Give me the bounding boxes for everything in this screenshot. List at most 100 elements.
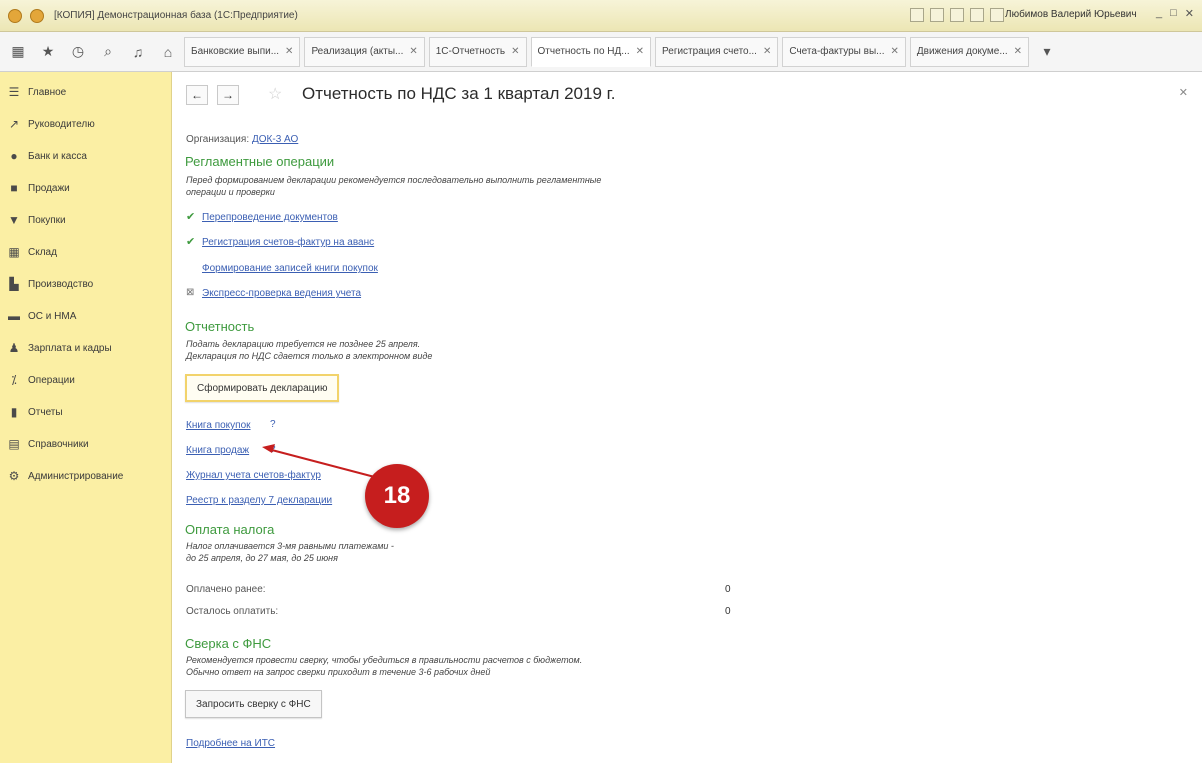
repost-documents-link[interactable]: Перепроведение документов (202, 212, 338, 223)
sidebar-item-sales[interactable]: ■ Продажи (0, 172, 171, 204)
sidebar-item-production[interactable]: ▙ Производство (0, 268, 171, 300)
person-icon: ♟ (8, 341, 20, 355)
warehouse-icon: ▦ (8, 245, 20, 259)
check-icon: ✔ (186, 211, 196, 223)
sidebar-item-label: Зарплата и кадры (28, 342, 112, 354)
sidebar-item-label: Банк и касса (28, 150, 87, 162)
remaining-value: 0 (725, 606, 731, 617)
chart-icon: ▮ (10, 405, 18, 419)
tab-label: Движения докуме... (916, 46, 1008, 57)
maximize-icon[interactable]: □ (1170, 7, 1177, 20)
advance-invoices-link[interactable]: Регистрация счетов-фактур на аванс (202, 237, 374, 248)
sidebar-item-payroll[interactable]: ♟ Зарплата и кадры (0, 332, 171, 364)
sidebar-item-fixed-assets[interactable]: ▬ ОС и НМА (0, 300, 171, 332)
reporting-note-line1: Подать декларацию требуется не позднее 2… (186, 339, 421, 349)
reg-ops-note-line1: Перед формированием декларации рекоменду… (186, 175, 602, 185)
close-icon[interactable]: ✕ (1185, 7, 1194, 20)
toolbar-icon[interactable] (930, 8, 944, 22)
fns-note: Рекомендуется провести сверку, чтобы убе… (186, 654, 746, 678)
sidebar-item-catalogs[interactable]: ▤ Справочники (0, 428, 171, 460)
section7-register-link[interactable]: Реестр к разделу 7 декларации (186, 495, 332, 506)
tab-label: Реализация (акты... (311, 46, 404, 57)
forward-button[interactable]: → (217, 85, 239, 105)
window-titlebar: [КОПИЯ] Демонстрационная база (1С:Предпр… (0, 0, 1202, 32)
app-menu-icon[interactable] (8, 8, 22, 23)
express-check-link[interactable]: Экспресс-проверка ведения учета (202, 288, 361, 299)
sidebar-item-manager[interactable]: ↗ Руководителю (0, 108, 171, 140)
sidebar-item-label: Продажи (28, 182, 70, 194)
help-icon[interactable]: ? (270, 419, 276, 430)
tab-sales[interactable]: Реализация (акты... ✕ (304, 36, 425, 67)
tab-close-icon[interactable]: ✕ (285, 46, 293, 57)
favorite-star-icon[interactable]: ☆ (268, 84, 282, 104)
tabs-dropdown-icon[interactable]: ▾ (1035, 40, 1059, 64)
sidebar-item-label: Справочники (28, 438, 89, 450)
toolbar-icon[interactable] (990, 8, 1004, 22)
tab-label: 1С-Отчетность (435, 46, 506, 57)
tab-invoices-issued[interactable]: Счета-фактуры вы... ✕ (782, 36, 906, 67)
tab-close-icon[interactable]: ✕ (409, 46, 417, 57)
book-icon: ▤ (8, 437, 20, 451)
menu-icon: ☰ (8, 85, 20, 99)
sidebar-item-purchases[interactable]: ▼ Покупки (0, 204, 171, 236)
minimize-icon[interactable]: _ (1156, 7, 1162, 20)
tab-vat-reporting[interactable]: Отчетность по НД... ✕ (530, 36, 652, 67)
sidebar-item-bank[interactable]: ● Банк и касса (0, 140, 171, 172)
home-icon[interactable]: ⌂ (156, 40, 180, 64)
reporting-note-line2: Декларация по НДС сдается только в элект… (186, 351, 433, 361)
cart-icon: ▼ (8, 213, 20, 227)
search-icon[interactable]: ⌕ (96, 40, 120, 64)
tab-close-icon[interactable]: ✕ (891, 46, 899, 57)
tab-document-movements[interactable]: Движения докуме... ✕ (909, 36, 1030, 67)
toolbar-icon[interactable] (970, 8, 984, 22)
app-arrow-icon[interactable] (30, 8, 44, 23)
its-more-link[interactable]: Подробнее на ИТС (186, 738, 275, 749)
apps-grid-icon[interactable]: ▦ (6, 40, 30, 64)
current-user[interactable]: Любимов Валерий Юрьевич (1005, 9, 1137, 20)
tab-close-icon[interactable]: ✕ (1014, 46, 1022, 57)
checkbox-icon[interactable]: ⊠ (186, 287, 194, 298)
toolbar-icon[interactable] (950, 8, 964, 22)
factory-icon: ▙ (9, 277, 19, 291)
fns-heading: Сверка с ФНС (185, 636, 272, 651)
trend-icon: ↗ (8, 117, 20, 131)
tab-label: Регистрация счето... (662, 46, 757, 57)
tab-invoice-registration[interactable]: Регистрация счето... ✕ (655, 36, 779, 67)
purchase-book-link[interactable]: Книга покупок (186, 420, 251, 431)
bell-icon[interactable]: ♫ (126, 40, 150, 64)
sidebar-item-warehouse[interactable]: ▦ Склад (0, 236, 171, 268)
check-icon: ✔ (186, 236, 196, 248)
tab-close-icon[interactable]: ✕ (636, 46, 644, 57)
org-link[interactable]: ДОК-3 АО (252, 134, 298, 145)
coin-icon: ● (10, 149, 18, 163)
tax-payment-note-line2: до 25 апреля, до 27 мая, до 25 июня (186, 553, 338, 563)
tab-1c-reporting[interactable]: 1С-Отчетность ✕ (428, 36, 527, 67)
back-button[interactable]: ← (186, 85, 208, 105)
purchase-book-entries-link[interactable]: Формирование записей книги покупок (202, 263, 378, 274)
sidebar-item-main[interactable]: ☰ Главное (0, 76, 171, 108)
help-icon[interactable]: ? (270, 444, 276, 455)
tab-bank-statements[interactable]: Банковские выпи... ✕ (184, 36, 301, 67)
tab-close-icon[interactable]: ✕ (511, 46, 519, 57)
sidebar-item-label: Операции (28, 374, 75, 386)
sidebar-item-label: ОС и НМА (28, 310, 77, 322)
org-label: Организация: (186, 134, 250, 145)
sales-book-link[interactable]: Книга продаж (186, 445, 249, 456)
fns-note-line2: Обычно ответ на запрос сверки приходит в… (186, 667, 491, 677)
close-form-icon[interactable]: ✕ (1179, 86, 1188, 99)
sidebar-item-administration[interactable]: ⚙ Администрирование (0, 460, 171, 492)
window-title: [КОПИЯ] Демонстрационная база (1С:Предпр… (54, 10, 298, 21)
toolbar-icon[interactable] (910, 8, 924, 22)
sidebar-item-reports[interactable]: ▮ Отчеты (0, 396, 171, 428)
paid-label: Оплачено ранее: (186, 584, 266, 595)
paid-value: 0 (725, 584, 731, 595)
sidebar-item-operations[interactable]: ⁒ Операции (0, 364, 171, 396)
reporting-note: Подать декларацию требуется не позднее 2… (186, 338, 746, 362)
favorites-icon[interactable]: ★ (36, 40, 60, 64)
history-icon[interactable]: ◷ (66, 40, 90, 64)
tab-close-icon[interactable]: ✕ (763, 46, 771, 57)
request-reconciliation-button[interactable]: Запросить сверку с ФНС (185, 690, 322, 718)
generate-declaration-button[interactable]: Сформировать декларацию (185, 374, 340, 402)
sidebar-item-label: Администрирование (28, 470, 124, 482)
invoice-journal-link[interactable]: Журнал учета счетов-фактур (186, 470, 321, 481)
